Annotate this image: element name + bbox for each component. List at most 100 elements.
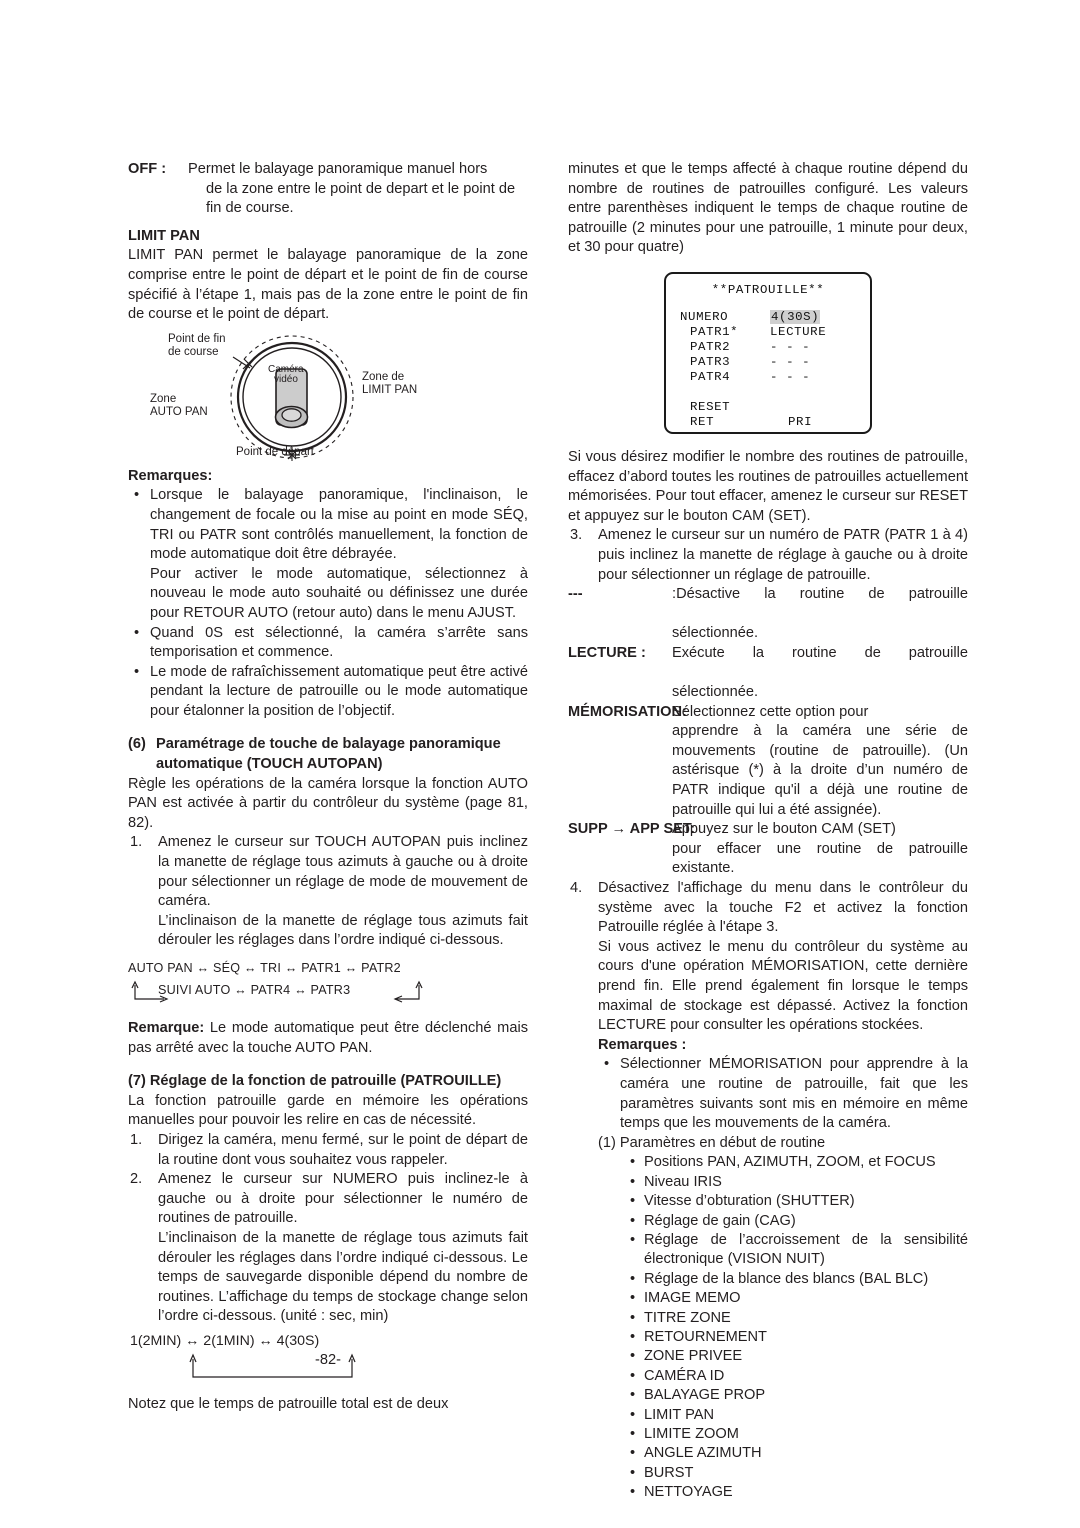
- section-7-step-4: 4. Désactivez l'affichage du menu dans l…: [568, 879, 968, 1503]
- remark-text-cont: Pour activer le mode automatique, sélect…: [150, 565, 528, 621]
- right-top-paragraph: minutes et que le temps affecté à chaque…: [568, 161, 968, 256]
- option-memorisation-line1: Sélectionnez cette option pour: [672, 703, 869, 720]
- option-memorisation: MÉMORISATION: Sélectionnez cette option …: [568, 703, 968, 723]
- option-memorisation-term: MÉMORISATION:: [568, 703, 687, 720]
- off-term: OFF :: [128, 161, 167, 177]
- option-disabled-line1: :Désactive la routine de patrouille: [672, 586, 968, 603]
- section-7-intro: La fonction patrouille garde en mémoire …: [128, 1092, 528, 1129]
- pan-zone-diagram: Point de fin de course Caméra vidéo Zone…: [128, 331, 528, 463]
- list-item: Réglage de gain (CAG): [628, 1212, 968, 1232]
- option-disabled: --- :Désactive la routine de patrouille: [568, 585, 968, 624]
- option-supp-appset: SUPP → APP SET: Appuyez sur le bouton CA…: [568, 820, 968, 840]
- off-line1: Permet le balayage panoramique manuel ho…: [188, 161, 488, 177]
- osd-reset-item[interactable]: RESET: [690, 400, 730, 415]
- remark-text: Quand 0S est sélectionné, la caméra s’ar…: [150, 624, 528, 661]
- diagram-label-camera-line2: vidéo: [274, 373, 298, 385]
- section-7-step-2-cont: L’inclinaison de la manette de réglage t…: [158, 1229, 528, 1325]
- osd-row-value-patr2[interactable]: - - -: [770, 340, 810, 355]
- diagram-label-limit-line1: Zone de: [362, 370, 405, 383]
- sequence-row-2: SUIVI AUTO ↔ PATR4 ↔ PATR3: [158, 983, 351, 997]
- section-7-step-3: 3. Amenez le curseur sur un numéro de PA…: [568, 526, 968, 585]
- option-disabled-term: ---: [568, 586, 583, 603]
- section-6-step-1-cont: L’inclinaison de la manette de réglage t…: [158, 912, 528, 949]
- remark-text: Lorsque le balayage panoramique, l'incli…: [150, 487, 528, 563]
- list-item: LIMITE ZOOM: [628, 1425, 968, 1445]
- list-item: TITRE ZONE: [628, 1309, 968, 1329]
- section-7-step-4-text: Désactivez l'affichage du menu dans le c…: [598, 880, 968, 936]
- osd-row-label-patr1[interactable]: PATR1*: [690, 325, 738, 340]
- manual-page: OFF : Permet le balayage panoramique man…: [0, 0, 1080, 1528]
- off-line2: de la zone entre le point de depart et l…: [206, 180, 516, 197]
- option-lecture: LECTURE : Exécute la routine de patrouil…: [568, 644, 968, 683]
- page-number: -82-: [315, 1352, 341, 1368]
- osd-value-highlight: 4(30S): [770, 309, 821, 324]
- section-7-step-3-number: 3.: [570, 527, 583, 544]
- section-7-step-3-text: Amenez le curseur sur un numéro de PATR …: [598, 527, 968, 583]
- diagram-label-start: Point de départ: [236, 445, 315, 458]
- diagram-label-limit-line2: LIMIT PAN: [362, 383, 418, 396]
- section-7-step-4-number: 4.: [570, 880, 583, 897]
- section-6-title-line2: automatique (TOUCH AUTOPAN): [156, 756, 383, 773]
- diagram-label-auto-line1: Zone: [150, 392, 177, 405]
- diagram-label-end-line2: de course: [168, 345, 219, 358]
- patrol-option-list: --- :Désactive la routine de patrouille …: [568, 585, 968, 879]
- remark-item: Le mode de rafraîchissement automatique …: [128, 663, 528, 722]
- section-7-step-2: 2. Amenez le curseur sur NUMERO puis inc…: [128, 1170, 528, 1327]
- osd-row-label-numero[interactable]: NUMERO: [680, 310, 728, 325]
- option-supp-term: SUPP → APP SET:: [568, 821, 696, 838]
- off-definition: OFF : Permet le balayage panoramique man…: [128, 160, 528, 219]
- section-6-remark: Remarque: Le mode automatique peut être …: [128, 1019, 528, 1058]
- option-lecture-term: LECTURE :: [568, 644, 646, 661]
- section-6-number: (6): [128, 736, 146, 753]
- option-memorisation-rest: apprendre à la caméra une série de mouve…: [672, 723, 968, 818]
- section-7-heading: (7) Réglage de la fonction de patrouille…: [128, 1073, 502, 1090]
- option-lecture-line1: Exécute la routine de patrouille: [672, 644, 968, 661]
- option-supp-rest: pour effacer une routine de patrouille e…: [672, 840, 968, 877]
- osd-row-label-patr4[interactable]: PATR4: [690, 370, 730, 385]
- section-6-remark-label: Remarque:: [128, 1020, 205, 1036]
- osd-ret-item[interactable]: RET: [690, 415, 714, 430]
- section-6-step-1: 1. Amenez le curseur sur TOUCH AUTOPAN p…: [128, 833, 528, 951]
- list-item: Réglage de l’accroissement de la sensibi…: [628, 1231, 968, 1270]
- section-6-intro: Règle les opérations de la caméra lorsqu…: [128, 775, 528, 831]
- list-item: LIMIT PAN: [628, 1406, 968, 1426]
- params-list: Positions PAN, AZIMUTH, ZOOM, et FOCUS N…: [598, 1153, 968, 1503]
- diagram-label-auto-line2: AUTO PAN: [150, 405, 208, 418]
- osd-pri-item[interactable]: PRI: [788, 415, 812, 430]
- osd-menu-patrouille[interactable]: **PATROUILLE** NUMERO 4(30S) PATR1* LECT…: [664, 271, 872, 434]
- osd-row-value-patr1[interactable]: LECTURE: [770, 325, 826, 340]
- osd-menu-wrapper: **PATROUILLE** NUMERO 4(30S) PATR1* LECT…: [568, 271, 968, 434]
- diagram-label-end-line1: Point de fin: [168, 332, 226, 345]
- section-6-step-1-number: 1.: [130, 834, 143, 851]
- osd-row-value-numero[interactable]: 4(30S): [770, 309, 821, 325]
- list-item: ANGLE AZIMUTH: [628, 1444, 968, 1464]
- list-item: Positions PAN, AZIMUTH, ZOOM, et FOCUS: [628, 1153, 968, 1173]
- off-line3: fin de course.: [206, 200, 294, 217]
- section-7-step-2-text: Amenez le curseur sur NUMERO puis inclin…: [158, 1171, 528, 1227]
- osd-menu-title: **PATROUILLE**: [711, 282, 825, 297]
- option-disabled-line2: sélectionnée.: [672, 625, 759, 642]
- off-definition-line1: OFF : Permet le balayage panoramique man…: [128, 160, 528, 180]
- section-6-step-1-text: Amenez le curseur sur TOUCH AUTOPAN puis…: [158, 834, 528, 910]
- osd-row-label-patr2[interactable]: PATR2: [690, 340, 730, 355]
- remark-item-right: Sélectionner MÉMORISATION pour apprendre…: [598, 1055, 968, 1133]
- osd-row-value-patr4[interactable]: - - -: [770, 370, 810, 385]
- section-7-step-1-text: Dirigez la caméra, menu fermé, sur le po…: [158, 1131, 528, 1168]
- section-7-closing: Notez que le temps de patrouille total e…: [128, 1395, 449, 1412]
- time-sequence-row: 1(2MIN) ↔ 2(1MIN) ↔ 4(30S): [130, 1332, 320, 1349]
- left-column: OFF : Permet le balayage panoramique man…: [128, 160, 528, 1415]
- list-item: ZONE PRIVEE: [628, 1347, 968, 1367]
- option-supp-line1: Appuyez sur le bouton CAM (SET): [672, 821, 896, 838]
- list-item: RETOURNEMENT: [628, 1328, 968, 1348]
- osd-row-value-patr3[interactable]: - - -: [770, 355, 810, 370]
- section-7-step-1-number: 1.: [130, 1131, 143, 1148]
- list-item: BURST: [628, 1464, 968, 1484]
- list-item: Réglage de la blance des blancs (BAL BLC…: [628, 1270, 968, 1290]
- osd-row-label-patr3[interactable]: PATR3: [690, 355, 730, 370]
- option-lecture-line2: sélectionnée.: [672, 684, 759, 701]
- remark-item: Quand 0S est sélectionné, la caméra s’ar…: [128, 624, 528, 663]
- remarques-heading-right: Remarques :: [598, 1036, 687, 1053]
- params-sub-heading: (1) Paramètres en début de routine: [598, 1134, 826, 1151]
- section-7-step-4-cont: Si vous activez le menu du contrôleur du…: [598, 938, 968, 1034]
- limit-pan-heading: LIMIT PAN: [128, 227, 200, 244]
